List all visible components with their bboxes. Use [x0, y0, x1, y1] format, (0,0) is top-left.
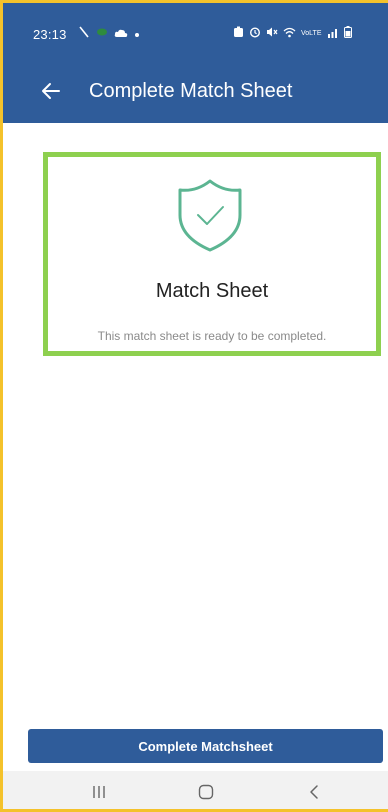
- match-sheet-card: Match Sheet This match sheet is ready to…: [43, 152, 381, 356]
- page-title: Complete Match Sheet: [89, 80, 293, 102]
- system-nav-bar: [3, 771, 388, 809]
- status-bar: 23:13 VoLTE: [3, 3, 388, 61]
- app-bar: Complete Match Sheet: [3, 61, 388, 123]
- status-left-icons: [78, 26, 140, 41]
- back-button[interactable]: [37, 77, 65, 105]
- recent-apps-icon[interactable]: [86, 779, 112, 805]
- wifi-icon: [283, 27, 296, 41]
- signal-icon: [78, 26, 90, 41]
- complete-matchsheet-button[interactable]: Complete Matchsheet: [28, 729, 383, 763]
- status-right-icons: VoLTE: [233, 26, 352, 41]
- shield-check-icon: [172, 175, 248, 255]
- volte-icon: VoLTE: [301, 30, 322, 37]
- dot-icon: [134, 27, 140, 41]
- battery-icon: [343, 26, 352, 41]
- alarm-icon: [249, 26, 261, 41]
- card-subtitle: This match sheet is ready to be complete…: [97, 329, 327, 343]
- leaf-icon: [96, 26, 108, 41]
- cloud-icon: [114, 27, 128, 41]
- phone-frame: 23:13 VoLTE Complete Match Sheet Match S…: [0, 0, 388, 812]
- home-icon[interactable]: [193, 779, 219, 805]
- mute-icon: [266, 26, 278, 41]
- card-title: Match Sheet: [155, 280, 269, 302]
- signal-bars-icon: [327, 27, 339, 41]
- arrow-left-icon: [42, 83, 60, 99]
- battery-saver-icon: [233, 26, 244, 41]
- back-icon[interactable]: [301, 779, 327, 805]
- status-time: 23:13: [33, 27, 67, 42]
